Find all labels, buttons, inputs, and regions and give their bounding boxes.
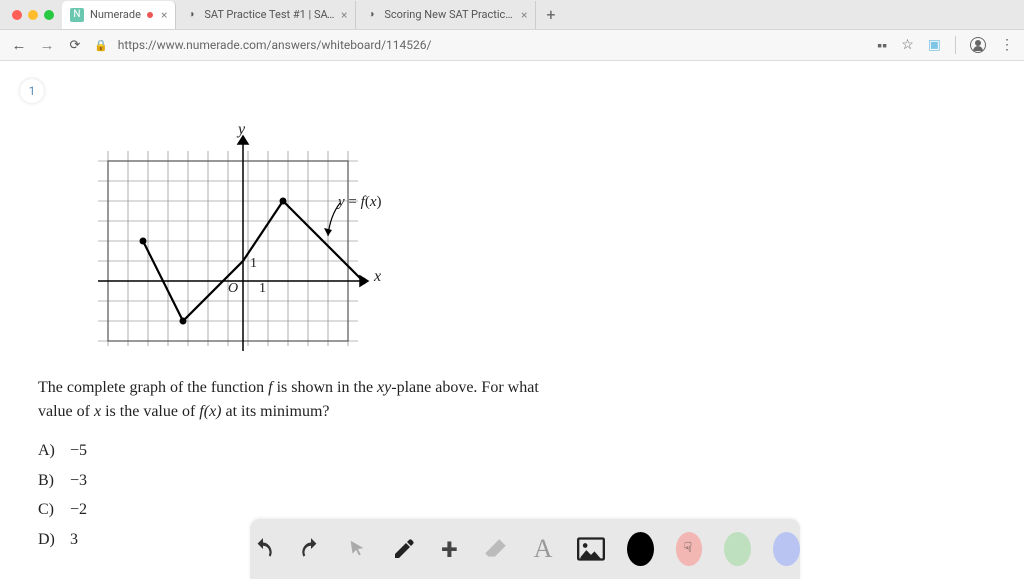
color-red-button[interactable]: ☟: [676, 532, 703, 566]
y-axis-label: y: [238, 121, 245, 139]
tab-bar: N Numerade × ◑ SAT Practice Test #1 | SA…: [0, 0, 1024, 30]
tab-sat-practice-1[interactable]: ◑ SAT Practice Test #1 | SAT Sui ×: [176, 1, 356, 29]
favicon-collegeboard-icon: ◑: [184, 8, 198, 22]
tab-sat-scoring[interactable]: ◑ Scoring New SAT Practice Tes ×: [356, 1, 536, 29]
separator: [955, 36, 956, 54]
favicon-numerade: N: [70, 8, 84, 22]
close-tab-button[interactable]: ×: [521, 8, 527, 22]
address-bar: ← → ⟳ 🔒 https://www.numerade.com/answers…: [0, 30, 1024, 60]
close-tab-button[interactable]: ×: [341, 8, 347, 22]
plus-icon: +: [441, 532, 457, 567]
pencil-tool-button[interactable]: [392, 534, 416, 564]
tab-title: Numerade: [90, 8, 141, 21]
tab-numerade[interactable]: N Numerade ×: [62, 1, 176, 29]
reload-button[interactable]: ⟳: [66, 38, 84, 53]
favicon-collegeboard-icon: ◑: [364, 8, 378, 22]
close-window-button[interactable]: [12, 10, 22, 20]
page-content: 1: [0, 61, 1024, 579]
y-tick-1-label: 1: [250, 256, 257, 272]
bookmark-star-icon[interactable]: ☆: [901, 37, 914, 53]
choice-value: −5: [70, 436, 87, 466]
window-controls: [8, 10, 62, 20]
url-field[interactable]: https://www.numerade.com/answers/whitebo…: [118, 38, 432, 52]
eraser-tool-button[interactable]: [483, 534, 509, 564]
color-green-button[interactable]: [724, 532, 751, 566]
choice-letter: C): [38, 495, 62, 525]
tab-title: Scoring New SAT Practice Tes: [384, 8, 515, 21]
redo-button[interactable]: [298, 534, 324, 564]
choice-b[interactable]: B) −3: [38, 466, 578, 496]
browser-chrome: N Numerade × ◑ SAT Practice Test #1 | SA…: [0, 0, 1024, 61]
choice-value: 3: [70, 525, 78, 555]
color-black-button[interactable]: [627, 532, 654, 566]
step-indicator[interactable]: 1: [20, 79, 44, 103]
minimize-window-button[interactable]: [28, 10, 38, 20]
profile-icon[interactable]: [970, 37, 986, 53]
choice-letter: A): [38, 436, 62, 466]
step-number: 1: [29, 84, 36, 98]
kebab-menu-icon[interactable]: ⋮: [1000, 38, 1014, 52]
function-label: y = f(x): [338, 194, 381, 211]
add-button[interactable]: +: [438, 534, 462, 564]
video-icon[interactable]: ▪▪: [877, 37, 887, 54]
maximize-window-button[interactable]: [44, 10, 54, 20]
browser-right-controls: ▪▪ ☆ ▣ ⋮: [877, 36, 1014, 54]
text-a-icon: A: [534, 534, 553, 564]
origin-label: O: [228, 281, 238, 297]
tab-title: SAT Practice Test #1 | SAT Sui: [204, 8, 335, 21]
extension-icon[interactable]: ▣: [928, 37, 941, 53]
image-tool-button[interactable]: [577, 534, 605, 564]
lock-icon: 🔒: [94, 39, 108, 52]
graph-svg: [78, 121, 388, 356]
choice-value: −3: [70, 466, 87, 496]
whiteboard-toolbar: + A ☟: [250, 519, 800, 579]
close-tab-button[interactable]: ×: [161, 8, 167, 22]
cursor-icon: ☟: [684, 540, 693, 556]
new-tab-button[interactable]: +: [536, 5, 565, 24]
undo-button[interactable]: [250, 534, 276, 564]
choice-a[interactable]: A) −5: [38, 436, 578, 466]
x-tick-1-label: 1: [259, 281, 266, 297]
color-blue-button[interactable]: [773, 532, 800, 566]
back-button[interactable]: ←: [10, 36, 28, 54]
x-axis-label: x: [374, 268, 381, 286]
choice-letter: D): [38, 525, 62, 555]
choice-letter: B): [38, 466, 62, 496]
choice-value: −2: [70, 495, 87, 525]
question-block: y x O 1 1 y = f(x) The complete graph of…: [38, 121, 578, 554]
pointer-tool-button[interactable]: [346, 534, 370, 564]
function-graph: y x O 1 1 y = f(x): [78, 121, 388, 356]
question-text: The complete graph of the function f is …: [38, 376, 558, 424]
recording-dot-icon: [147, 12, 153, 18]
text-tool-button[interactable]: A: [531, 534, 555, 564]
forward-button[interactable]: →: [38, 36, 56, 54]
